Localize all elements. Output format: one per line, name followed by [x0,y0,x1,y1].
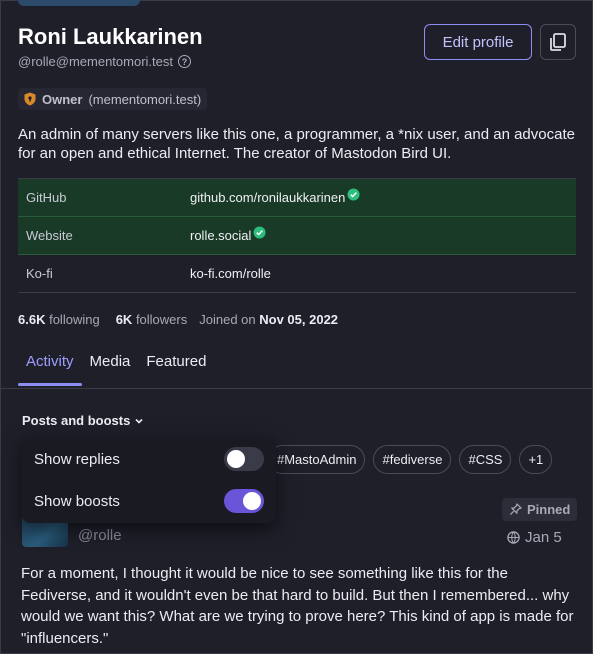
menu-item-label: Show boosts [34,492,120,510]
role-domain: (mementomori.test) [88,91,202,107]
field-value: rolle.social [190,226,266,243]
followers-stat[interactable]: 6K followers [116,312,188,327]
field-row-website: Website rolle.social [18,217,576,255]
show-replies-toggle[interactable] [224,447,264,471]
tab-activity[interactable]: Activity [18,344,82,386]
profile-bio: An admin of many servers like this one, … [18,126,575,162]
menu-item-show-boosts[interactable]: Show boosts [34,488,264,514]
featured-tags: #MastoAdmin #fediverse #CSS +1 [268,445,553,474]
tag-chip[interactable]: #fediverse [373,445,452,474]
post-date[interactable]: Jan 5 [507,529,562,546]
chevron-down-icon [134,416,144,426]
pinned-badge: Pinned [502,498,578,521]
field-value: ko-fi.com/rolle [190,266,271,281]
role-label: Owner [42,91,83,107]
posts-filter-button[interactable]: Posts and boosts [22,413,144,428]
tab-media[interactable]: Media [82,344,139,386]
profile-tabs: Activity Media Featured [18,344,214,386]
following-stat[interactable]: 6.6K following [18,312,100,327]
role-badge: Owner (mementomori.test) [18,88,208,110]
profile-fields: GitHub github.com/ronilaukkarinen Websit… [18,178,576,293]
field-link[interactable]: rolle.social [190,228,251,243]
pin-icon [509,503,522,516]
field-key: Website [26,228,73,243]
field-row-github: GitHub github.com/ronilaukkarinen [18,179,576,217]
post-date-text: Jan 5 [525,529,562,546]
field-row-kofi: Ko-fi ko-fi.com/rolle [18,255,576,293]
posts-filter-label: Posts and boosts [22,413,131,428]
help-icon[interactable]: ? [178,55,191,68]
verified-check-icon [253,226,266,239]
menu-item-label: Show replies [34,450,120,468]
post-content: For a moment, I thought it would be nice… [21,565,574,647]
field-value: github.com/ronilaukkarinen [190,188,360,205]
shield-icon [24,92,36,106]
tab-featured[interactable]: Featured [138,344,214,386]
posts-filter-menu: Show replies Show boosts [22,437,276,523]
tabs-divider [0,388,593,389]
menu-item-show-replies[interactable]: Show replies [34,446,264,472]
tag-more-chip[interactable]: +1 [519,445,553,474]
profile-name: Roni Laukkarinen [18,24,203,49]
verified-check-icon [347,188,360,201]
profile-handle-row: @rolle@mementomori.test ? [18,54,191,69]
field-link[interactable]: github.com/ronilaukkarinen [190,190,345,205]
field-link[interactable]: ko-fi.com/rolle [190,266,271,281]
tag-chip[interactable]: #MastoAdmin [268,445,366,474]
tag-chip[interactable]: #CSS [459,445,512,474]
copy-link-button[interactable] [540,24,576,60]
joined-stat: Joined on Nov 05, 2022 [199,312,339,327]
pinned-label: Pinned [527,502,571,517]
globe-icon [507,531,520,544]
show-boosts-toggle[interactable] [224,489,264,513]
post-handle[interactable]: @rolle [78,527,122,544]
field-key: Ko-fi [26,266,53,281]
profile-handle: @rolle@mementomori.test [18,54,173,69]
edit-profile-button[interactable]: Edit profile [424,24,532,60]
profile-header-image [18,0,140,6]
copy-icon [550,33,566,51]
profile-stats: 6.6K following 6K followers Joined on No… [18,312,338,327]
field-key: GitHub [26,190,67,205]
